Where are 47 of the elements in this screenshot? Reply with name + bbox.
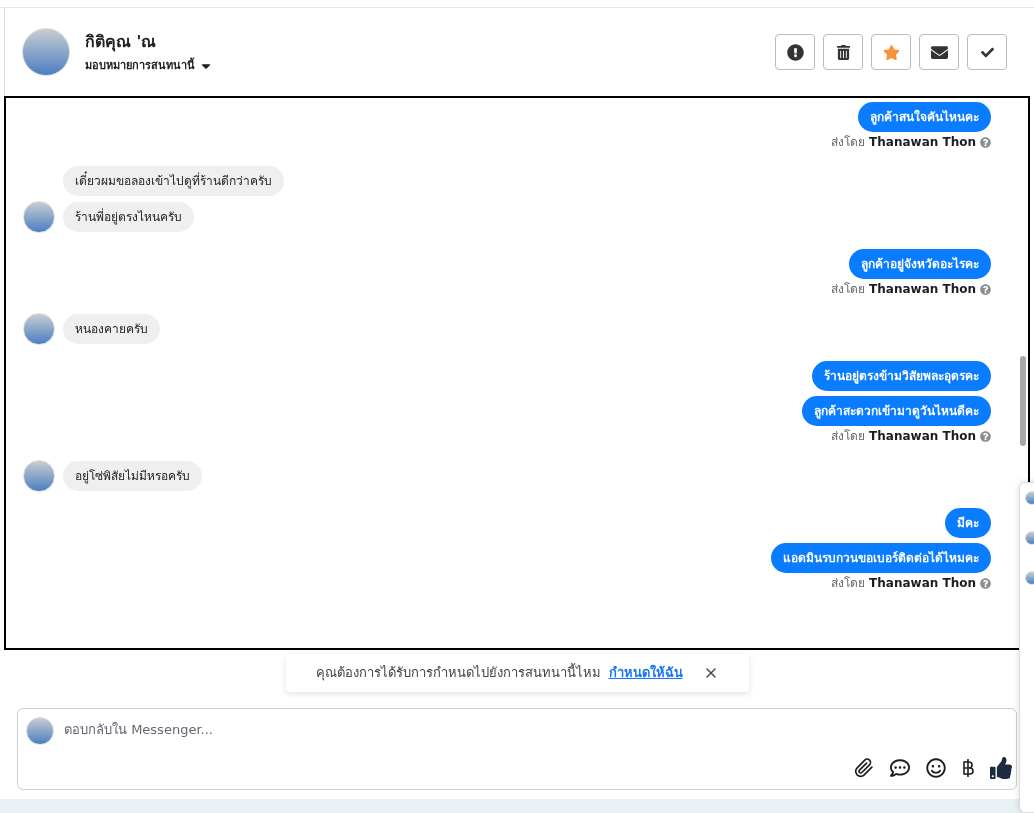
sender-name: Thanawan Thon — [869, 575, 976, 591]
outgoing-message: มีคะ — [945, 508, 991, 538]
outgoing-message: แอดมินรบกวนขอเบอร์ติดต่อได้ไหมคะ — [771, 543, 991, 573]
sender-name: Thanawan Thon — [869, 428, 976, 444]
incoming-message: ร้านพี่อยู่ตรงไหนครับ — [63, 202, 194, 232]
sender-name: Thanawan Thon — [869, 281, 976, 297]
delete-button[interactable] — [823, 34, 863, 70]
baht-icon — [962, 758, 974, 778]
avatar — [22, 28, 70, 76]
sent-by-label: ส่งโดย — [831, 575, 866, 591]
trash-icon — [835, 44, 851, 60]
outgoing-message: ลูกค้าสนใจคันไหนคะ — [858, 102, 991, 132]
help-icon — [980, 577, 991, 589]
paperclip-icon — [854, 758, 874, 778]
done-button[interactable] — [967, 34, 1007, 70]
assign-link[interactable]: กำหนดให้ฉัน — [608, 663, 683, 683]
incoming-message: เดี๋ยวผมขอลองเข้าไปดูที่ร้านดีกว่าครับ — [63, 166, 284, 196]
avatar — [23, 201, 55, 233]
star-icon — [882, 43, 900, 61]
avatar — [26, 717, 54, 745]
contact-name: กิติคุณ 'ณ — [85, 30, 158, 54]
sent-by-label: ส่งโดย — [831, 428, 866, 444]
smiley-icon — [926, 758, 946, 778]
sender-name: Thanawan Thon — [869, 134, 976, 150]
outgoing-message: ลูกค้าอยู่จังหวัดอะไรคะ — [849, 249, 991, 279]
assign-dropdown[interactable]: มอบหมายการสนทนานี้ — [85, 57, 213, 75]
help-icon — [980, 430, 991, 442]
check-icon — [980, 45, 994, 59]
outgoing-message: ร้านอยู่ตรงข้ามวิสัยพละอุดรคะ — [812, 361, 991, 391]
avatar — [23, 460, 55, 492]
help-icon — [980, 283, 991, 295]
incoming-message: หนองคายครับ — [63, 314, 160, 344]
outgoing-message: ลูกค้าสะดวกเข้ามาดูวันไหนดีคะ — [802, 396, 991, 426]
star-button[interactable] — [871, 34, 911, 70]
spam-button[interactable] — [775, 34, 815, 70]
like-icon — [990, 757, 1012, 779]
envelope-icon — [930, 43, 948, 61]
sent-by-label: ส่งโดย — [831, 134, 866, 150]
avatar — [23, 313, 55, 345]
comment-icon — [890, 758, 910, 778]
reply-input[interactable]: ตอบกลับใน Messenger... — [64, 720, 664, 740]
alert-icon — [786, 43, 804, 61]
incoming-message: อยู่โซ่พิสัยไม่มีหรอครับ — [63, 461, 202, 491]
help-icon — [980, 136, 991, 148]
banner-text: คุณต้องการได้รับการกำหนดไปยังการสนทนานี้ไหม — [315, 663, 601, 683]
sent-by-label: ส่งโดย — [831, 281, 866, 297]
mail-button[interactable] — [919, 34, 959, 70]
